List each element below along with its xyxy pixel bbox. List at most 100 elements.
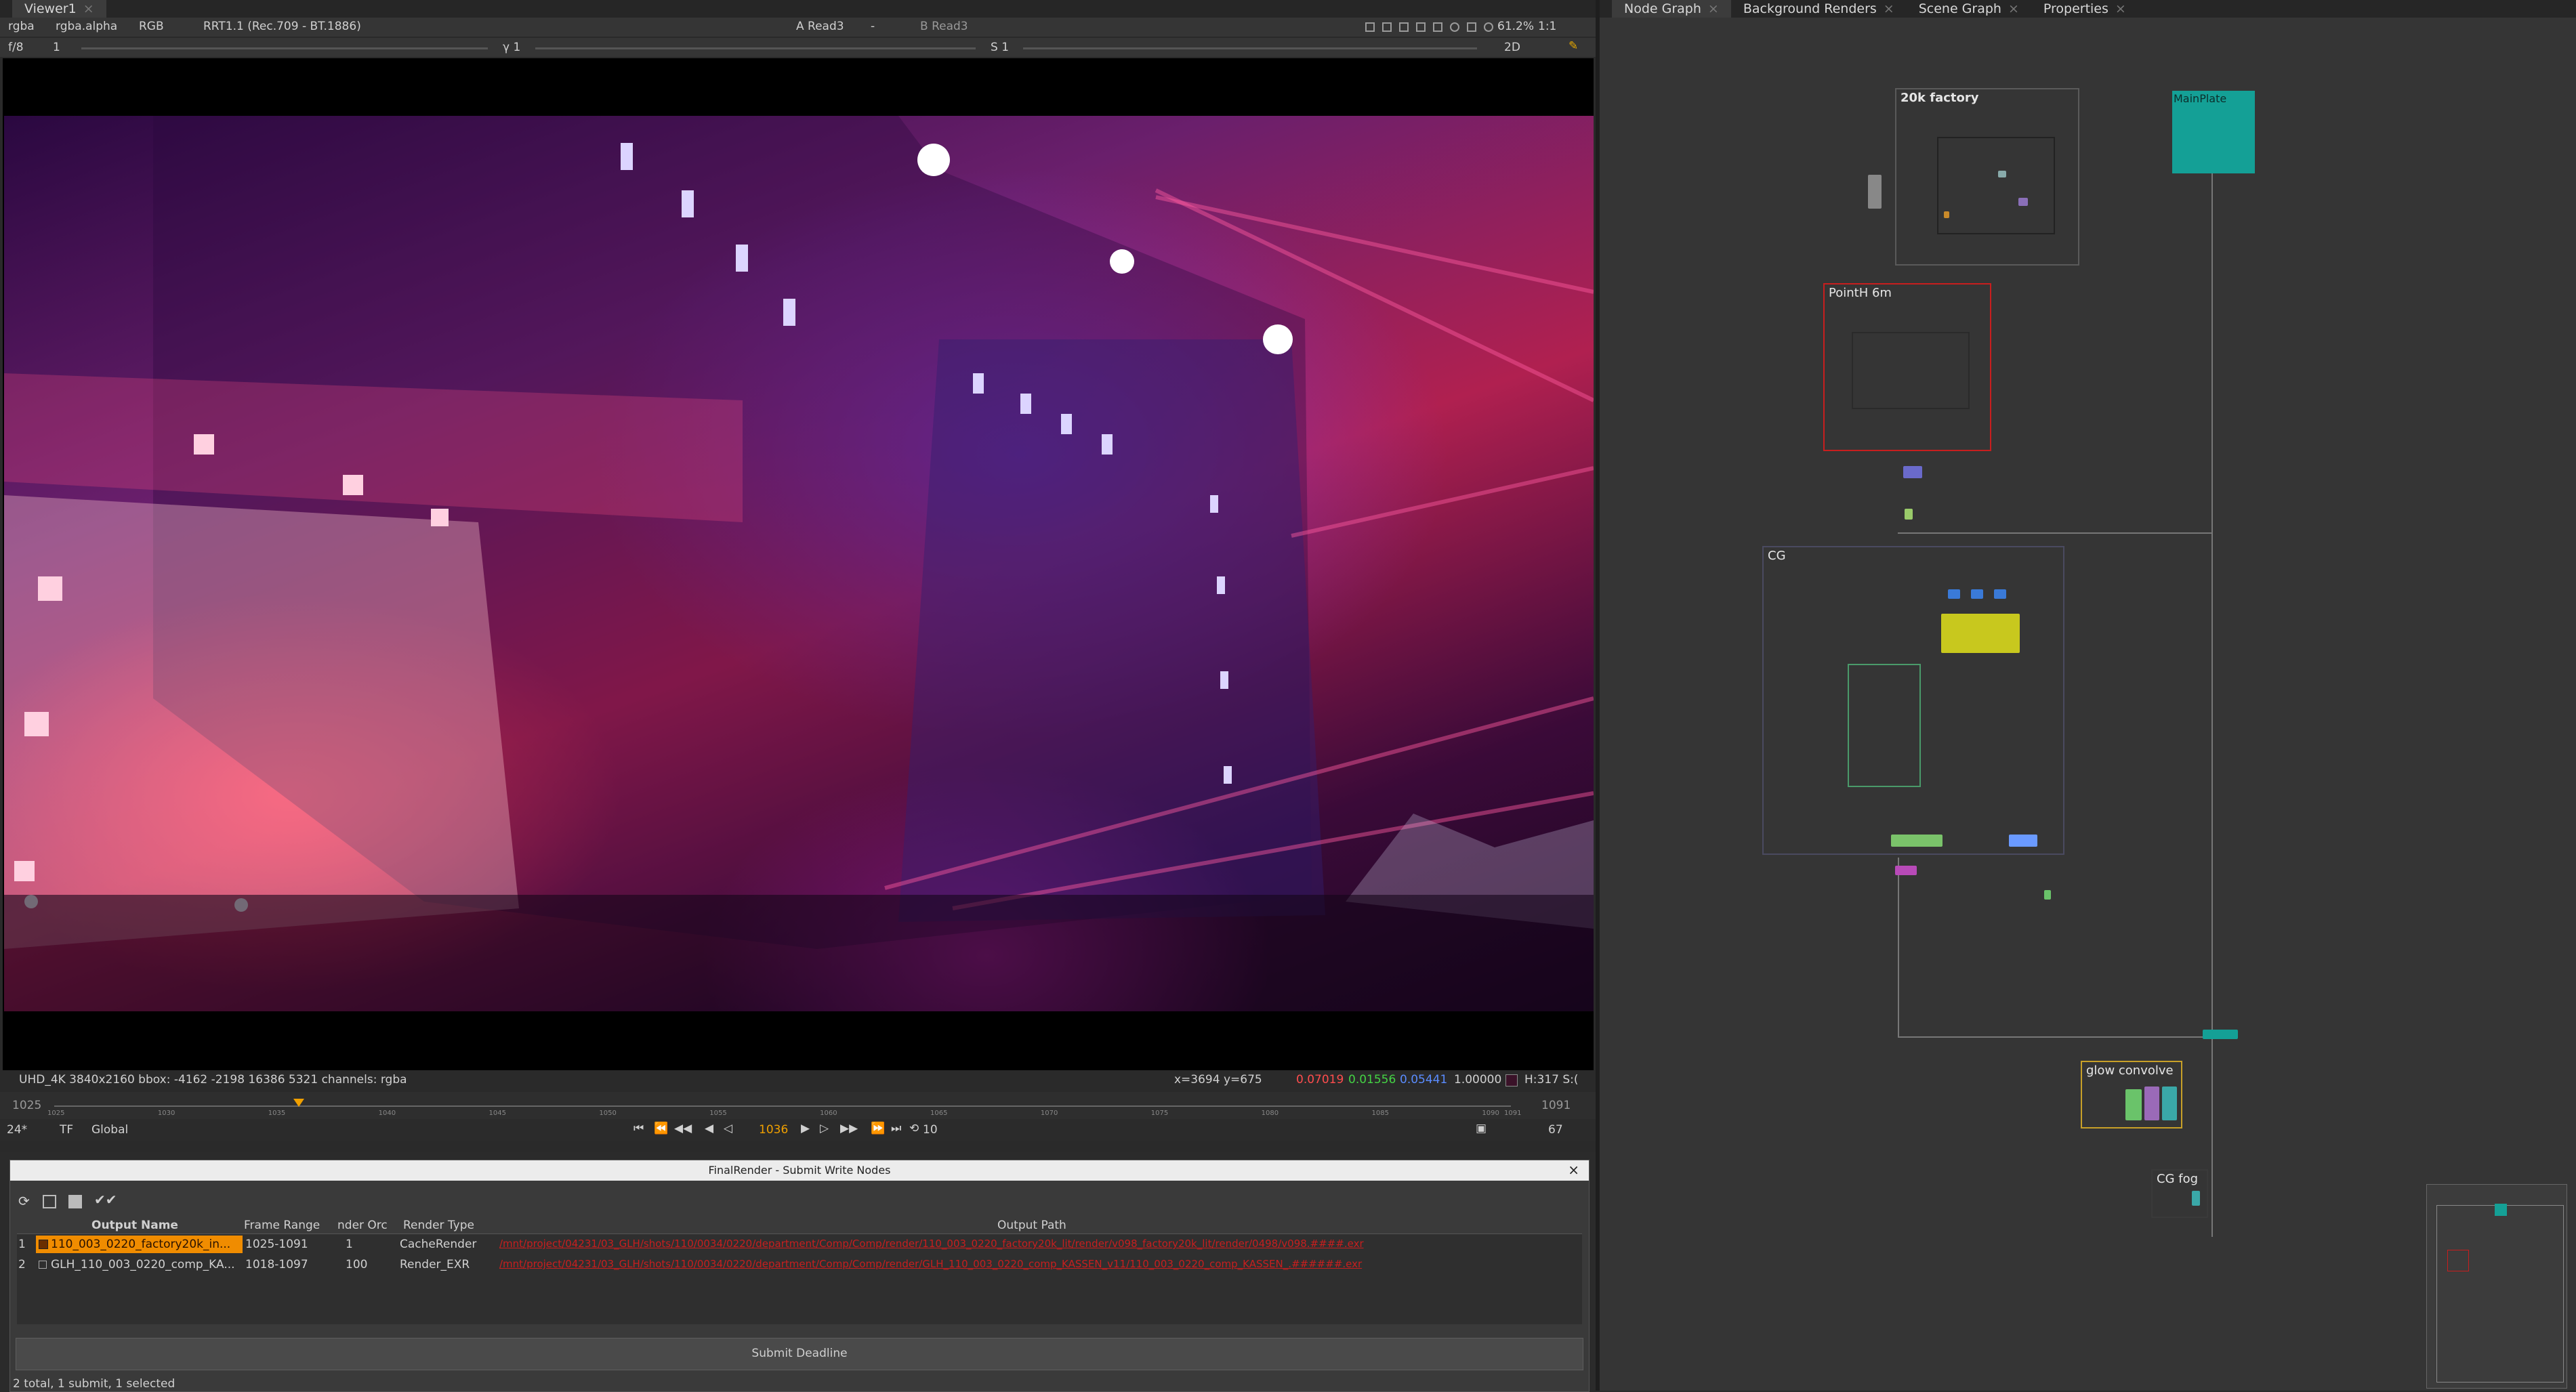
aperture-icon[interactable]	[1450, 22, 1459, 32]
timeline-end[interactable]: 1091	[1541, 1099, 1571, 1112]
timeline-start[interactable]: 1025	[12, 1099, 41, 1112]
close-icon[interactable]: ×	[2008, 1, 2019, 16]
loop-icon[interactable]: ⟲	[909, 1122, 919, 1135]
submit-deadline-button[interactable]: Submit Deadline	[16, 1338, 1583, 1370]
overlay-icon[interactable]	[1399, 22, 1409, 32]
node-magenta[interactable]	[1895, 866, 1917, 875]
node-dot[interactable]	[1944, 211, 1949, 218]
refresh-icon[interactable]: ⟳	[18, 1193, 30, 1209]
tf-dropdown[interactable]: TF	[60, 1123, 73, 1137]
roi-icon[interactable]	[1365, 22, 1375, 32]
table-row[interactable]: 1 110_003_0220_factory20k_in... 1025-109…	[17, 1235, 1582, 1254]
global-dropdown[interactable]: Global	[91, 1123, 128, 1137]
view-transform-dropdown[interactable]: RRT1.1 (Rec.709 - BT.1886)	[203, 20, 361, 33]
proxy-dropdown[interactable]: 1:1	[1538, 20, 1556, 33]
timeline-track[interactable]	[54, 1105, 1511, 1107]
step-back-button[interactable]: ◀	[705, 1122, 713, 1135]
node-green-small[interactable]	[2044, 890, 2051, 900]
table-row[interactable]: 2 GLH_110_003_0220_comp_KA... 1018-1097 …	[17, 1255, 1582, 1274]
pause-icon[interactable]	[1467, 22, 1476, 32]
node-glow-c[interactable]	[2162, 1087, 2177, 1120]
close-icon[interactable]: ×	[83, 1, 94, 16]
backdrop-pointh[interactable]: PointH 6m	[1823, 283, 1991, 451]
input-a-dropdown[interactable]: A Read3	[796, 20, 844, 33]
node-glow-b[interactable]	[2144, 1087, 2159, 1120]
mask-icon[interactable]	[1382, 22, 1392, 32]
playhead-marker[interactable]	[293, 1099, 304, 1107]
timeline[interactable]: 1025 1025 1030 1035 1040 1045 1050 1055 1060 106…	[0, 1092, 1596, 1119]
lut-icon[interactable]	[1416, 22, 1426, 32]
close-icon[interactable]: ×	[1884, 1, 1894, 16]
node-fog[interactable]	[2192, 1191, 2200, 1206]
frame-step-control[interactable]: 1	[53, 41, 60, 54]
row-checkbox[interactable]	[39, 1240, 48, 1249]
check-all-icon[interactable]	[68, 1195, 82, 1208]
col-render-type[interactable]: Render Type	[403, 1219, 474, 1232]
backdrop-20k-factory[interactable]: 20k factory	[1895, 88, 2079, 266]
close-icon[interactable]: ×	[1568, 1162, 1579, 1178]
tab-properties[interactable]: Properties ×	[2031, 0, 2138, 18]
colorspace-dropdown[interactable]: RGB	[139, 20, 164, 33]
input-a-operation[interactable]: -	[871, 20, 875, 33]
backdrop-mainplate[interactable]: MainPlate	[2172, 91, 2255, 173]
gamma-slider[interactable]	[535, 47, 976, 49]
fps-dropdown[interactable]: 24*	[7, 1123, 27, 1137]
node-teal-bar[interactable]	[2203, 1030, 2238, 1039]
gamma-control[interactable]: γ 1	[503, 41, 520, 54]
pencil-icon[interactable]: ✎	[1569, 39, 1578, 53]
col-output-name[interactable]: Output Name	[91, 1219, 178, 1232]
tab-background-renders[interactable]: Background Renders ×	[1731, 0, 1907, 18]
zoom-dropdown[interactable]: 61.2%	[1497, 20, 1534, 33]
tab-node-graph[interactable]: Node Graph ×	[1612, 0, 1731, 18]
col-output-path[interactable]: Output Path	[997, 1219, 1066, 1232]
backdrop-cg-fog[interactable]: CG fog	[2151, 1169, 2208, 1218]
close-icon[interactable]: ×	[1708, 1, 1719, 16]
increment-field[interactable]: 10	[923, 1123, 938, 1137]
backdrop-cg[interactable]: CG	[1762, 546, 2064, 855]
frame-count-field[interactable]: 67	[1548, 1123, 1563, 1137]
nodegraph-minimap[interactable]	[2426, 1184, 2567, 1389]
input-b-dropdown[interactable]: B Read3	[920, 20, 968, 33]
step-forward-button[interactable]: ▷	[820, 1122, 829, 1135]
row-checkbox[interactable]	[39, 1261, 47, 1269]
backdrop-green-inner[interactable]	[1848, 664, 1921, 787]
node-blue[interactable]	[1994, 589, 2006, 599]
col-render-order[interactable]: nder Orc	[337, 1219, 388, 1232]
node-yellow-group[interactable]	[1941, 614, 2020, 653]
tab-viewer1[interactable]: Viewer1 ×	[12, 0, 106, 18]
prev-inc-button[interactable]: ◀◀	[674, 1122, 692, 1135]
row-name-cell[interactable]: 110_003_0220_factory20k_in...	[36, 1236, 243, 1253]
uncheck-all-icon[interactable]	[43, 1195, 56, 1208]
node-dot[interactable]	[1998, 171, 2006, 177]
channels-dropdown[interactable]: rgba	[8, 20, 35, 33]
node-blue[interactable]	[1971, 589, 1983, 599]
node-green-small[interactable]	[1905, 509, 1913, 520]
tab-scene-graph[interactable]: Scene Graph ×	[1907, 0, 2031, 18]
next-key-button[interactable]: ⏩	[871, 1122, 885, 1135]
close-icon[interactable]: ×	[2115, 1, 2126, 16]
saturation-slider[interactable]	[1023, 47, 1477, 49]
play-button[interactable]: ▶	[801, 1122, 810, 1135]
check-selected-icon[interactable]: ✔✔	[94, 1191, 117, 1208]
node-gray-stack[interactable]	[1868, 175, 1882, 209]
node-dot[interactable]	[2018, 198, 2028, 206]
exposure-slider[interactable]	[81, 47, 488, 49]
prev-key-button[interactable]: ⏪	[654, 1122, 668, 1135]
saturation-control[interactable]: S 1	[991, 41, 1009, 54]
node-blue-bar[interactable]	[2009, 835, 2037, 847]
node-purple[interactable]	[1903, 466, 1922, 478]
play-back-button[interactable]: ◁	[724, 1122, 732, 1135]
node-glow-a[interactable]	[2125, 1089, 2142, 1120]
viewport[interactable]	[3, 58, 1594, 1078]
last-frame-button[interactable]: ⏭	[891, 1122, 901, 1135]
backdrop-glow-convolve[interactable]: glow convolve	[2081, 1061, 2182, 1129]
current-frame-field[interactable]: 1036	[759, 1123, 788, 1137]
minimap-viewport[interactable]	[2436, 1205, 2564, 1383]
record-icon[interactable]	[1484, 22, 1493, 32]
next-inc-button[interactable]: ▶▶	[840, 1122, 858, 1135]
timeline-options-icon[interactable]: ▣	[1476, 1122, 1487, 1135]
col-frame-range[interactable]: Frame Range	[244, 1219, 320, 1232]
nodegraph-canvas[interactable]: 20k factory MainPlate PointH 6m CG glow …	[1600, 18, 2576, 1391]
grid-icon[interactable]	[1433, 22, 1442, 32]
node-green-bar[interactable]	[1891, 835, 1943, 847]
